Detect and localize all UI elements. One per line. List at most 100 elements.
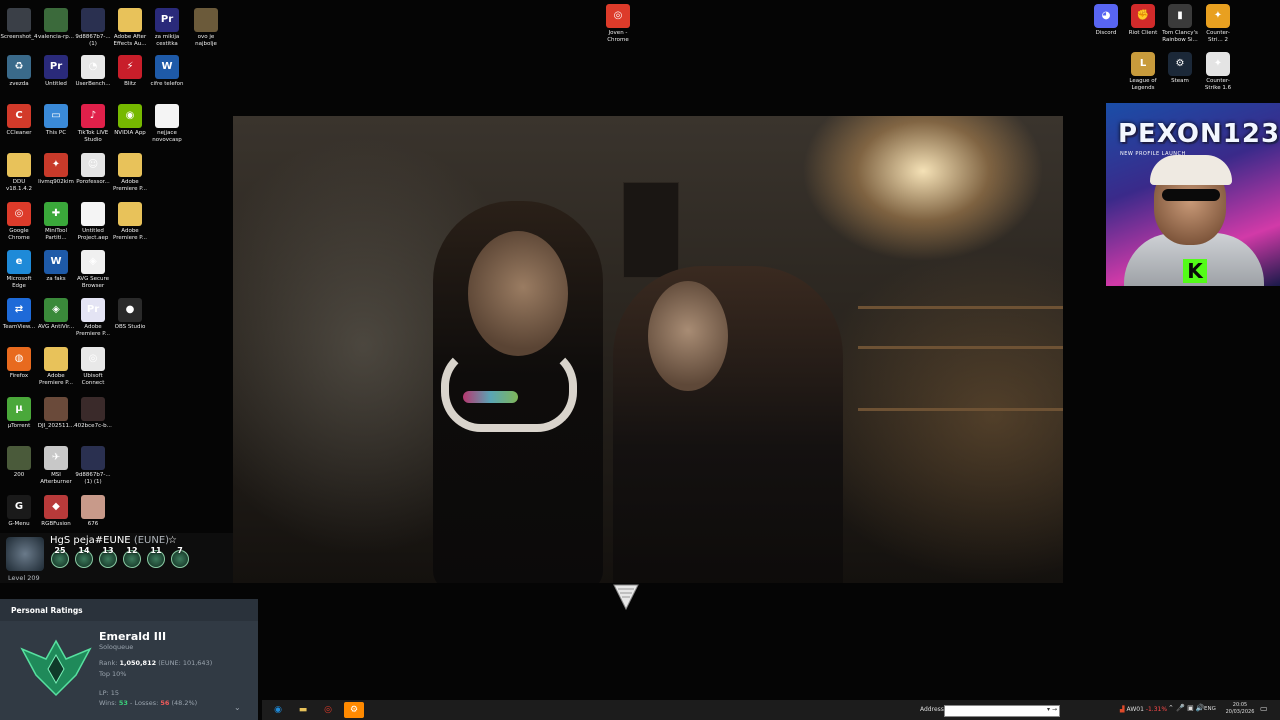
desktop-icon[interactable]: Pr Adobe Premiere P... [74,298,112,337]
desktop-icon[interactable]: ◔ UserBench... [74,55,112,88]
desktop-icon[interactable]: ◍ Firefox [0,347,38,380]
desktop-icon-label: TeamView... [2,324,36,330]
mastery-level: 12 [126,546,138,555]
desktop-icon[interactable]: µ µTorrent [0,397,38,430]
desktop-icon[interactable]: ⇄ TeamView... [0,298,38,331]
display-icon[interactable]: ▣ [1187,704,1194,712]
desktop-icon[interactable]: Wza faks [37,250,75,283]
desktop-icon[interactable]: ovo je najbolje [187,8,225,47]
desktop-icon[interactable]: 9d8867b7-... (1) (1) [74,446,112,485]
desktop-icon[interactable]: ✦ Counter-Stri... 2 [1199,4,1237,43]
losses-value: 56 [160,699,170,707]
mastery-level: 14 [78,546,90,555]
desktop-icon[interactable]: ✈ MSI Afterburner [37,446,75,485]
desktop-icon[interactable]: Screenshot_4 [0,8,38,41]
chrome-icon: ◎ [7,202,31,226]
desktop-icon[interactable]: ◎ Joven - Chrome [599,4,637,43]
system-tray[interactable]: ⌃ 🎤 ▣ 🔊 [1168,704,1205,712]
desktop-icon[interactable]: Wcifre telefon [148,55,186,88]
desktop-icon[interactable]: DDU v18.1.4.2 [0,153,38,192]
desktop-icon[interactable]: ▮ Tom Clancy's Rainbow Si... [1161,4,1199,43]
rank-tier: Emerald III [99,630,167,643]
desktop-icon[interactable]: 9d8867b7-... (1) [74,8,112,47]
chevron-up-icon[interactable]: ⌃ [1168,704,1174,712]
desktop-icon-label: G-Menu [8,521,30,527]
minitool-icon: ✚ [44,202,68,226]
person-left-face [468,231,568,356]
desktop-icon[interactable]: C CCleaner [0,104,38,137]
desktop-icon[interactable]: ◈ AVG Secure Browser [74,250,112,289]
clock[interactable]: 20:05 20/03/2026 [1224,702,1256,716]
desktop-icon[interactable]: Pr za mikija cestitka [148,8,186,47]
desktop-icon[interactable]: ◎ Google Chrome [0,202,38,241]
image-icon [44,8,68,32]
chevron-down-icon[interactable]: ⌄ [234,703,241,712]
image-icon [81,495,105,519]
desktop-icon[interactable]: ✊ Riot Client [1124,4,1162,37]
desktop-icon[interactable]: valencia-rp... [37,8,75,41]
headset [441,346,577,432]
profile-emblem-icon [6,537,44,571]
desktop-icon[interactable]: 402bce7c-b... [74,397,112,430]
file-explorer-icon[interactable]: ▬ [295,702,311,718]
desktop-icon[interactable]: 200 [0,446,38,479]
desktop-icon[interactable]: ◆ RGBFusion [37,495,75,528]
stock-widget[interactable]: ▟ AW01 -1.31% [1120,706,1167,713]
edge-taskbar-icon[interactable]: ◉ [270,702,286,718]
desktop-icon[interactable]: Adobe Premiere P... [111,202,149,241]
desktop-icon[interactable]: Adobe Premiere P... [37,347,75,386]
desktop-icon[interactable]: Untitled Project.aep [74,202,112,241]
desktop-icon[interactable]: ◕ Discord [1087,4,1125,37]
desktop-icon[interactable]: ☺ Porofessor... [74,153,112,186]
rank-region: (EUNE: 101,643) [158,659,213,667]
desktop-icon[interactable]: ✦ Counter-Strike 1.6 [1199,52,1237,91]
ratings-header: Personal Ratings [0,599,258,621]
video-icon [44,397,68,421]
desktop-icon[interactable]: Adobe Premiere P... [111,153,149,192]
desktop-icon[interactable]: ▭ This PC [37,104,75,137]
steam-taskbar-icon[interactable]: ⚙ [344,702,364,718]
desktop-icon[interactable]: Pr Untitled [37,55,75,88]
desktop-icon[interactable]: G G-Menu [0,495,38,528]
notification-icon[interactable]: ▭ [1260,704,1268,713]
desktop-icon[interactable]: L League of Legends [1124,52,1162,91]
desktop-icon[interactable]: nejjace novovcasp [148,104,186,143]
desktop-icon[interactable]: DJI_202511... [37,397,75,430]
desktop-icon[interactable]: ⚡ Blitz [111,55,149,88]
desktop-icon[interactable]: ✚ MiniTool Partiti... [37,202,75,241]
riot-icon: ✊ [1131,4,1155,28]
mastery-level: 13 [102,546,114,555]
desktop-icon-label: CCleaner [6,130,32,136]
desktop-icon-label: ovo je najbolje [195,34,217,47]
chrome-taskbar-icon[interactable]: ◎ [320,702,336,718]
word-icon: W [44,250,68,274]
desktop-icon[interactable]: 676 [74,495,112,528]
desktop-icon[interactable]: ◈ AVG AntiVir... [37,298,75,331]
desktop-icon[interactable]: Adobe After Effects Au... [111,8,149,47]
microphone-icon[interactable]: 🎤 [1176,704,1185,712]
language-indicator[interactable]: ENG [1204,706,1216,712]
summoner-level: Level 209 [8,574,40,582]
address-input[interactable]: ▾ → [944,705,1060,717]
rainbow-six-icon: ▮ [1168,4,1192,28]
desktop-icon-label: Screenshot_4 [0,34,38,40]
desktop-icon[interactable]: ◎ Ubisoft Connect [74,347,112,386]
desktop-icon-label: Microsoft Edge [6,276,32,289]
desktop-icon[interactable]: ♪ TikTok LIVE Studio [74,104,112,143]
favorite-star-icon[interactable]: ☆ [168,535,177,546]
desktop-icon[interactable]: ⚙ Steam [1161,52,1199,85]
chrome-icon: ◎ [606,4,630,28]
msi-icon: ✈ [44,446,68,470]
folder-icon [44,347,68,371]
desktop-icon[interactable]: ◉ NVIDIA App [111,104,149,137]
video-player[interactable] [233,116,1063,583]
queue-type: Soloqueue [99,643,134,651]
desktop-icon[interactable]: e Microsoft Edge [0,250,38,289]
desktop-icon[interactable]: ✦ livmq902kim [37,153,75,186]
folder-icon [7,153,31,177]
desktop-icon[interactable]: ● OBS Studio [111,298,149,331]
desktop-icon-label: Adobe Premiere P... [39,373,73,386]
desktop-icon[interactable]: ♻ zvezda [0,55,38,88]
desktop-icon-label: Discord [1095,30,1117,36]
address-dropdown-icon[interactable]: ▾ → [1047,706,1057,713]
